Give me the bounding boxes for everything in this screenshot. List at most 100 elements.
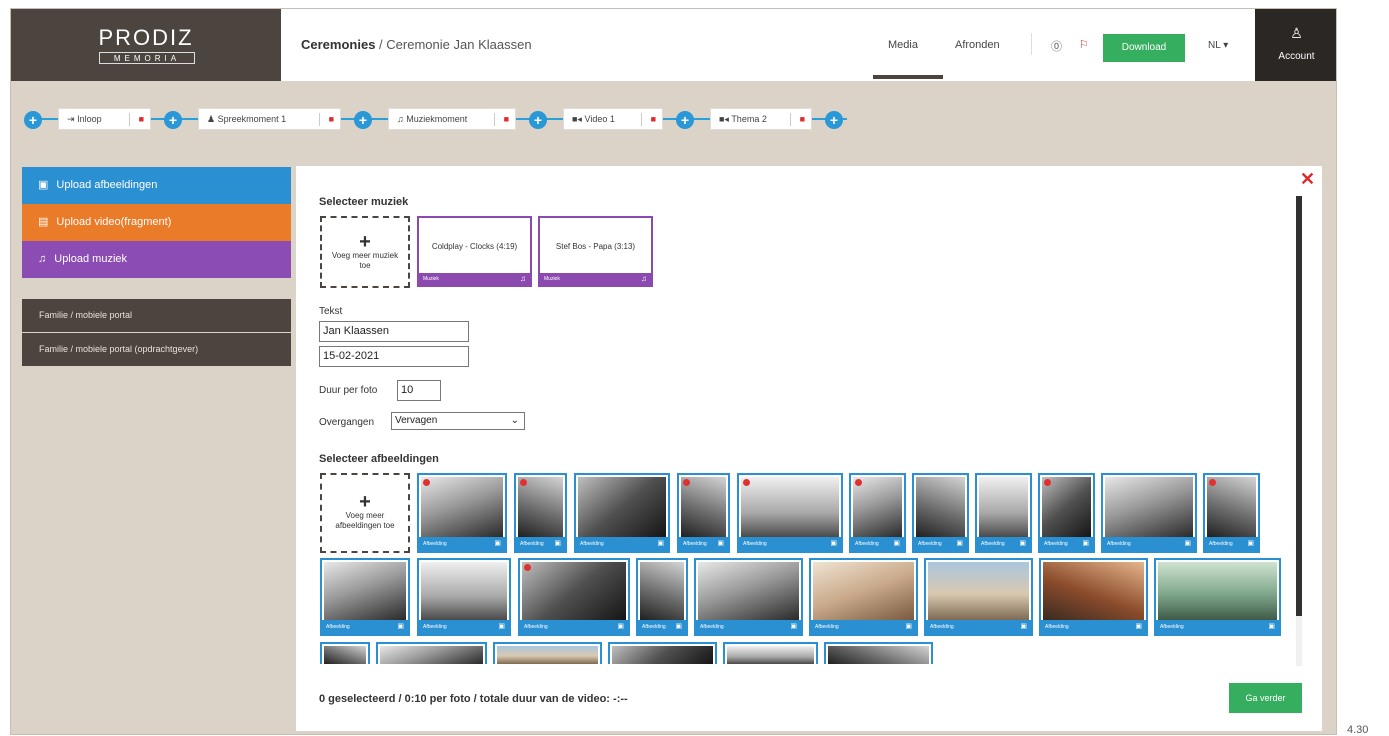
timeline-item-video[interactable]: ■◂ Video 1 ■ [563,108,663,130]
active-tab-indicator [873,75,943,79]
delete-icon[interactable]: ■ [139,109,144,129]
image-icon: ▣ [675,623,682,630]
music-icon: ♫ [38,253,47,265]
image-icon: ▣ [617,623,624,630]
image-icon: ▣ [494,540,501,547]
image-card[interactable]: Afbeelding ▣ [518,558,630,636]
image-card[interactable]: Afbeelding ▣ [1203,473,1260,553]
image-icon: ▣ [554,540,561,547]
timeline-item-muziekmoment[interactable]: ♫ Muziekmoment ■ [388,108,516,130]
add-moment-button[interactable]: + [825,111,843,129]
add-moment-button[interactable]: + [164,111,182,129]
speaker-icon: ♟ [207,114,216,124]
image-card[interactable] [608,642,717,664]
music-section-title: Selecteer muziek [319,196,409,208]
delete-icon[interactable]: ■ [504,109,509,129]
account-button[interactable]: ♙ Account [1255,9,1336,81]
timeline-item-label: Thema 2 [731,114,767,124]
image-card[interactable] [320,642,370,664]
timeline-item-spreekmoment[interactable]: ♟ Spreekmoment 1 ■ [198,108,341,130]
logo[interactable]: PRODIZ MEMORIA [11,9,281,81]
timeline-item-thema[interactable]: ■◂ Thema 2 ■ [710,108,812,130]
media-panel: ✕ Selecteer muziek + Voeg meer muziek to… [296,166,1322,731]
user-icon: ♙ [1290,25,1303,41]
family-portal-client-link[interactable]: Familie / mobiele portal (opdrachtgever) [22,333,291,366]
ceremony-timeline: + ⇥ Inloop ■ + ♟ Spreekmoment 1 ■ + ♫ Mu… [21,107,861,131]
upload-images-button[interactable]: ▣ Upload afbeeldingen [22,167,291,204]
film-icon: ▤ [38,216,49,228]
delete-icon[interactable]: ■ [329,109,334,129]
add-moment-button[interactable]: + [24,111,42,129]
family-portal-link[interactable]: Familie / mobiele portal [22,299,291,332]
image-card[interactable]: Afbeelding ▣ [1154,558,1281,636]
logo-text: PRODIZ [98,25,194,50]
image-card[interactable] [723,642,818,664]
image-card[interactable] [376,642,487,664]
upload-music-label: Upload muziek [54,253,128,265]
add-moment-button[interactable]: + [529,111,547,129]
music-card[interactable]: Stef Bos - Papa (3:13) Muziek ♫ [538,216,653,287]
image-card[interactable]: Afbeelding ▣ [924,558,1033,636]
image-card[interactable]: Afbeelding ▣ [417,473,507,553]
music-title: Stef Bos - Papa (3:13) [555,242,636,251]
add-moment-button[interactable]: + [354,111,372,129]
image-card[interactable]: Afbeelding ▣ [849,473,906,553]
add-music-label: Voeg meer muziek toe [331,251,399,270]
timeline-item-label: Video 1 [584,114,615,124]
transition-select[interactable]: Vervagen ⌄ [391,412,525,430]
image-icon: ▣ [1019,540,1026,547]
delete-icon[interactable]: ■ [651,109,656,129]
image-icon: ▣ [893,540,900,547]
image-card[interactable]: Afbeelding ▣ [737,473,843,553]
download-button[interactable]: Download [1103,34,1185,62]
scrollbar-thumb[interactable] [1296,196,1302,616]
chevron-down-icon: ⌄ [510,415,519,426]
add-images-label: Voeg meer afbeeldingen toe [335,511,395,530]
image-card[interactable]: Afbeelding ▣ [514,473,567,553]
breadcrumb-root[interactable]: Ceremonies [301,37,375,52]
tab-media[interactable]: Media [888,39,918,51]
image-card[interactable]: Afbeelding ▣ [1039,558,1148,636]
image-card[interactable] [493,642,602,664]
image-card[interactable]: Afbeelding ▣ [417,558,511,636]
image-card[interactable]: Afbeelding ▣ [912,473,969,553]
breadcrumb-separator: / [379,37,383,52]
name-field[interactable]: Jan Klaassen [319,321,469,342]
page-number: 4.30 [1347,724,1369,736]
image-card[interactable]: Afbeelding ▣ [636,558,688,636]
close-icon[interactable]: ✕ [1300,169,1315,190]
add-moment-button[interactable]: + [676,111,694,129]
image-icon: ▣ [1247,540,1254,547]
image-card[interactable]: Afbeelding ▣ [694,558,803,636]
add-music-button[interactable]: + Voeg meer muziek toe [320,216,410,288]
timeline-item-inloop[interactable]: ⇥ Inloop ■ [58,108,151,130]
video-icon: ■◂ [572,114,582,124]
music-card[interactable]: Coldplay - Clocks (4:19) Muziek ♫ [417,216,532,287]
help-icon[interactable]: ⓪ [1051,38,1062,54]
image-card[interactable] [824,642,933,664]
upload-images-label: Upload afbeeldingen [56,179,158,191]
image-card[interactable]: Afbeelding ▣ [320,558,410,636]
balloon-icon[interactable]: ⚐ [1079,38,1089,51]
image-icon: ▣ [1184,540,1191,547]
timeline-item-label: Spreekmoment 1 [217,114,287,124]
upload-music-button[interactable]: ♫ Upload muziek [22,241,291,278]
add-images-button[interactable]: + Voeg meer afbeeldingen toe [320,473,410,553]
image-card[interactable]: Afbeelding ▣ [975,473,1032,553]
date-field[interactable]: 15-02-2021 [319,346,469,367]
delete-icon[interactable]: ■ [800,109,805,129]
breadcrumb: Ceremonies / Ceremonie Jan Klaassen [301,37,532,52]
image-card[interactable]: Afbeelding ▣ [1038,473,1095,553]
image-card[interactable]: Afbeelding ▣ [1101,473,1197,553]
image-card[interactable]: Afbeelding ▣ [677,473,730,553]
plus-icon: + [359,231,371,253]
tab-afronden[interactable]: Afronden [955,39,1000,51]
language-select[interactable]: NL ▾ [1208,40,1228,51]
image-card[interactable]: Afbeelding ▣ [574,473,670,553]
upload-video-button[interactable]: ▤ Upload video(fragment) [22,204,291,241]
top-bar: PRODIZ MEMORIA Ceremonies / Ceremonie Ja… [11,9,1336,81]
image-card[interactable]: Afbeelding ▣ [809,558,918,636]
duration-field[interactable]: 10 [397,380,441,401]
timeline-item-label: Inloop [77,114,102,124]
continue-button[interactable]: Ga verder [1229,683,1302,713]
